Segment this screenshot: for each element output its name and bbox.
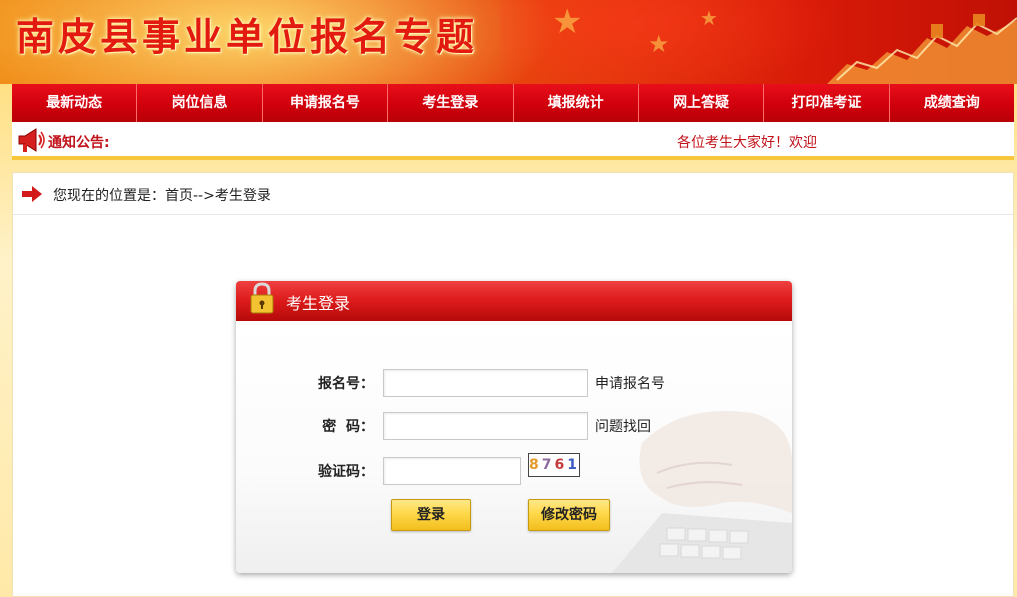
nav-item-job-info[interactable]: 岗位信息 — [137, 84, 263, 122]
breadcrumb: 您现在的位置是：首页-->考生登录 — [13, 173, 1013, 215]
captcha-image[interactable]: 8761 — [528, 453, 580, 477]
reg-no-row: 报名号： 申请报名号 — [236, 369, 792, 399]
header-banner: ★ ★ ★ 南皮县事业单位报名专题 — [0, 0, 1017, 84]
login-button[interactable]: 登录 — [391, 499, 471, 531]
notice-bar: 通知公告: 各位考生大家好！欢迎 — [12, 122, 1014, 160]
nav-item-statistics[interactable]: 填报统计 — [513, 84, 639, 122]
notice-marquee-text[interactable]: 各位考生大家好！欢迎 — [677, 132, 817, 152]
breadcrumb-text: 您现在的位置是：首页-->考生登录 — [53, 188, 271, 204]
nav-item-print-admission[interactable]: 打印准考证 — [764, 84, 890, 122]
nav-item-online-qa[interactable]: 网上答疑 — [638, 84, 765, 122]
captcha-digit: 6 — [554, 457, 568, 473]
captcha-digit: 8 — [529, 457, 542, 473]
notice-label: 通知公告: — [48, 135, 110, 151]
captcha-digit: 7 — [541, 457, 555, 473]
password-input[interactable] — [383, 412, 588, 440]
captcha-row: 验证码： 8761 — [236, 453, 792, 487]
change-password-button[interactable]: 修改密码 — [528, 499, 610, 531]
captcha-digit: 1 — [567, 457, 580, 473]
login-panel-body: 报名号： 申请报名号 密 码： 问题找回 验证码： 8761 登录 修改密码 — [236, 321, 792, 573]
nav-item-score-query[interactable]: 成绩查询 — [889, 84, 1014, 122]
captcha-label: 验证码： — [318, 464, 374, 480]
nav-item-candidate-login[interactable]: 考生登录 — [388, 84, 514, 122]
reg-no-label: 报名号： — [318, 376, 374, 392]
password-label: 密 码： — [322, 419, 374, 435]
banner-flag-decoration — [500, 0, 840, 84]
arrow-right-icon — [22, 186, 42, 202]
password-recover-link[interactable]: 问题找回 — [595, 412, 651, 442]
main-content: 您现在的位置是：首页-->考生登录 考生登录 报名号： 申请报名号 密 码： 问… — [12, 172, 1014, 597]
reg-no-input[interactable] — [383, 369, 588, 397]
megaphone-icon — [18, 128, 45, 152]
login-panel: 考生登录 报名号： 申请报名号 密 码： 问题找回 验证码： 8761 登录 修… — [236, 281, 792, 573]
login-panel-header: 考生登录 — [236, 281, 792, 321]
lock-icon — [250, 282, 274, 314]
nav-item-latest-news[interactable]: 最新动态 — [12, 84, 138, 122]
captcha-input[interactable] — [383, 457, 521, 485]
password-row: 密 码： 问题找回 — [236, 412, 792, 442]
site-title: 南皮县事业单位报名专题 — [16, 14, 479, 59]
nav-item-apply-number[interactable]: 申请报名号 — [262, 84, 389, 122]
login-panel-title: 考生登录 — [286, 294, 351, 313]
apply-number-link[interactable]: 申请报名号 — [595, 369, 665, 399]
great-wall-icon — [827, 14, 1017, 84]
main-nav: 最新动态 岗位信息 申请报名号 考生登录 填报统计 网上答疑 打印准考证 成绩查… — [12, 84, 1014, 122]
